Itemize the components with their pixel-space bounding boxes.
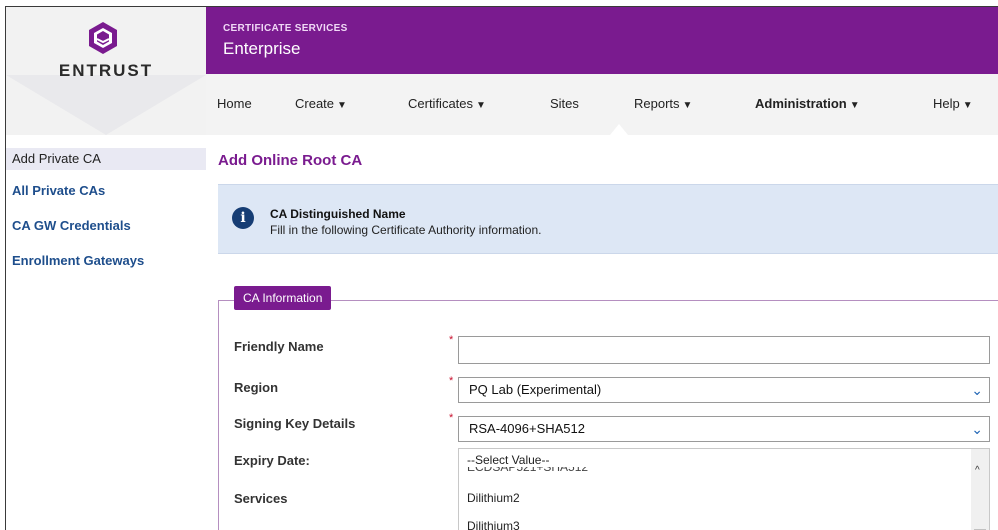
- nav-reports[interactable]: Reports ▼: [634, 96, 692, 111]
- signing-key-select[interactable]: RSA-4096+SHA512 ⌄: [458, 416, 990, 442]
- scroll-up-icon[interactable]: ^: [975, 465, 980, 476]
- nav-help[interactable]: Help ▼: [933, 96, 973, 111]
- section-legend: CA Information: [234, 286, 332, 310]
- active-nav-pointer: [610, 124, 628, 135]
- signing-key-label: Signing Key Details: [234, 416, 356, 431]
- page-title: Add Online Root CA: [218, 152, 363, 169]
- nav-create-label: Create: [295, 96, 335, 111]
- nav-administration-label: Administration: [755, 96, 847, 111]
- sidebar-item-all-private-cas[interactable]: All Private CAs: [6, 180, 206, 202]
- nav-sites[interactable]: Sites: [550, 96, 579, 111]
- sidebar: Add Private CA All Private CAs CA GW Cre…: [6, 148, 206, 285]
- product-kicker: CERTIFICATE SERVICES: [223, 23, 348, 34]
- sidebar-item-add-private-ca[interactable]: Add Private CA: [6, 148, 206, 170]
- logo-panel-chevron: [6, 75, 206, 135]
- signing-key-dropdown-list[interactable]: --Select Value-- ECDSAP521+SHA512 Dilith…: [458, 448, 990, 530]
- dropdown-option-placeholder[interactable]: --Select Value--: [467, 453, 549, 467]
- dropdown-scrollbar[interactable]: ^: [971, 449, 989, 530]
- chevron-down-icon: ▼: [682, 100, 693, 111]
- chevron-down-icon: ▼: [962, 100, 973, 111]
- logo-panel: ENTRUST: [6, 7, 206, 135]
- nav-home-label: Home: [217, 96, 252, 111]
- chevron-down-icon: ▼: [337, 100, 347, 111]
- info-box: i CA Distinguished Name Fill in the foll…: [218, 184, 998, 254]
- required-marker: *: [449, 375, 454, 387]
- dropdown-option[interactable]: Dilithium2: [467, 491, 520, 505]
- product-title: Enterprise: [223, 39, 301, 58]
- chevron-down-icon: ▼: [476, 100, 486, 111]
- signing-key-value: RSA-4096+SHA512: [469, 421, 585, 436]
- main-nav: Home Create ▼ Certificates ▼ Sites Reports…: [206, 74, 998, 135]
- required-marker: *: [449, 412, 454, 424]
- sidebar-item-ca-gw-credentials[interactable]: CA GW Credentials: [6, 215, 206, 237]
- region-select[interactable]: PQ Lab (Experimental) ⌄: [458, 377, 990, 403]
- app-window: ENTRUST CERTIFICATE SERVICES Enterprise …: [5, 6, 998, 530]
- chevron-down-icon: ▼: [849, 100, 860, 111]
- chevron-down-icon: ⌄: [971, 382, 983, 398]
- nav-sites-label: Sites: [550, 96, 579, 111]
- nav-certificates-label: Certificates: [408, 96, 474, 111]
- nav-certificates[interactable]: Certificates ▼: [408, 96, 486, 111]
- region-value: PQ Lab (Experimental): [469, 382, 602, 397]
- nav-home[interactable]: Home: [217, 96, 252, 111]
- chevron-down-icon: ⌄: [971, 421, 983, 437]
- expiry-date-label: Expiry Date:: [234, 453, 310, 468]
- nav-help-label: Help: [933, 96, 960, 111]
- logo-text: ENTRUST: [58, 61, 154, 80]
- nav-administration[interactable]: Administration ▼: [755, 96, 860, 111]
- header-bar: CERTIFICATE SERVICES Enterprise: [206, 7, 998, 74]
- entrust-logo-icon: [89, 22, 117, 54]
- info-text: Fill in the following Certificate Author…: [270, 223, 542, 237]
- services-label: Services: [234, 491, 288, 506]
- region-label: Region: [234, 380, 279, 395]
- required-marker: *: [449, 334, 454, 346]
- sidebar-item-enrollment-gateways[interactable]: Enrollment Gateways: [6, 250, 206, 272]
- dropdown-option-partial[interactable]: ECDSAP521+SHA512: [467, 467, 588, 475]
- dropdown-option[interactable]: Dilithium3: [467, 519, 520, 530]
- friendly-name-label: Friendly Name: [234, 339, 324, 354]
- info-icon: i: [232, 207, 254, 229]
- nav-create[interactable]: Create ▼: [295, 96, 347, 111]
- friendly-name-input[interactable]: [458, 336, 990, 364]
- info-title: CA Distinguished Name: [270, 207, 406, 221]
- nav-reports-label: Reports: [634, 96, 680, 111]
